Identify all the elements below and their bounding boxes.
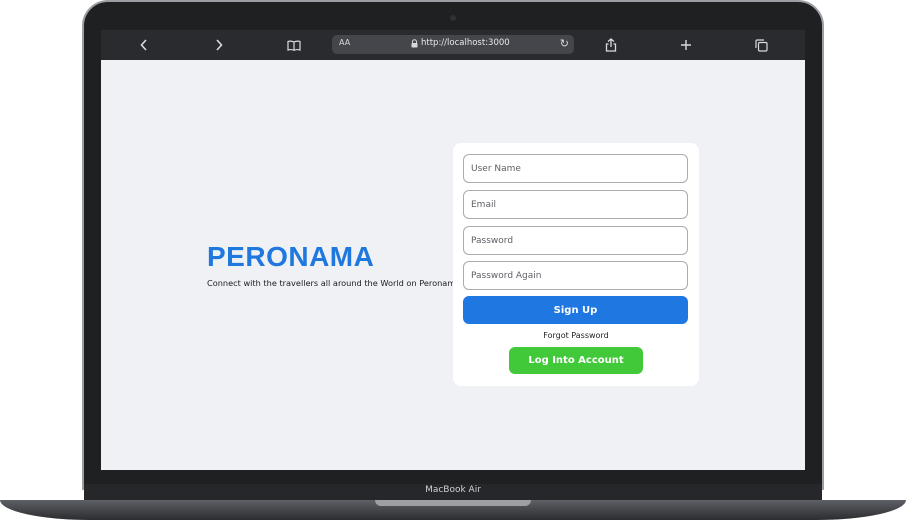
plus-icon[interactable]: [675, 36, 697, 54]
login-button[interactable]: Log Into Account: [509, 347, 643, 374]
password-input[interactable]: [463, 226, 688, 255]
reload-icon[interactable]: ↻: [560, 37, 569, 50]
username-input[interactable]: [463, 154, 688, 183]
email-input[interactable]: [463, 190, 688, 219]
reader-mode-button[interactable]: AA: [339, 38, 350, 47]
signup-button[interactable]: Sign Up: [463, 296, 688, 324]
device-label: MacBook Air: [425, 485, 481, 495]
browser-screen: AA http://localhost:3000 ↻ PERONAMA Conn…: [101, 30, 805, 470]
book-icon[interactable]: [283, 36, 305, 54]
forgot-password-link[interactable]: Forgot Password: [453, 331, 699, 340]
browser-toolbar: AA http://localhost:3000 ↻: [101, 30, 805, 60]
brand-tagline: Connect with the travellers all around t…: [207, 278, 461, 288]
camera-icon: [450, 15, 456, 21]
chevron-left-icon[interactable]: [133, 36, 155, 54]
laptop-notch: [375, 500, 531, 506]
lock-icon: [411, 39, 418, 48]
address-bar[interactable]: AA http://localhost:3000 ↻: [332, 35, 574, 54]
url-text: http://localhost:3000: [421, 38, 510, 48]
signup-card: Sign Up Forgot Password Log Into Account: [453, 143, 699, 386]
brand-title: PERONAMA: [207, 241, 375, 272]
chevron-right-icon[interactable]: [208, 36, 230, 54]
tabs-icon[interactable]: [750, 36, 772, 54]
share-icon[interactable]: [600, 36, 622, 54]
password-again-input[interactable]: [463, 261, 688, 290]
